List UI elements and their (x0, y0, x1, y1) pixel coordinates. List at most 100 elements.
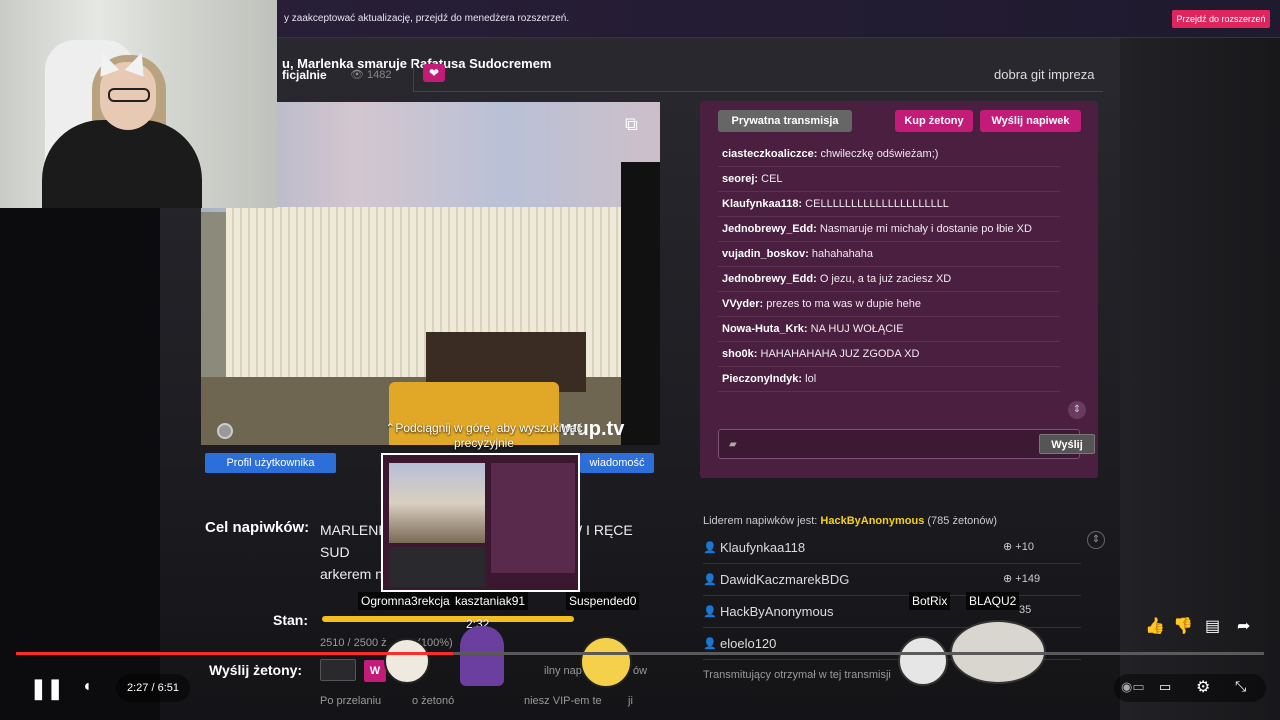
tokens-amount-input[interactable] (320, 659, 356, 681)
chat-username[interactable]: VVyder: (722, 298, 763, 310)
leaderboard-row: 👤 HackByAnonymous 35 (703, 596, 1081, 628)
chat-message: Klaufynkaa118: CELLLLLLLLLLLLLLLLLLLLL (718, 192, 1060, 217)
chat-text: O jezu, a ta już zaciesz XD (819, 273, 952, 285)
viewer-count: 👁 1482 (350, 68, 392, 81)
skull-emote-right (898, 636, 948, 686)
leaderboard-name[interactable]: HackByAnonymous (720, 604, 833, 619)
chat-message: VVyder: prezes to ma was w dupie hehe (718, 292, 1060, 317)
chat-text: lol (805, 373, 817, 385)
chevron-up-icon: ⌃ (385, 421, 396, 435)
pause-icon[interactable]: ❚❚ (30, 676, 64, 701)
chat-text: HAHAHAHAHA JUZ ZGODA XD (760, 348, 920, 360)
video-person (621, 162, 660, 445)
send-tokens-button[interactable]: W (364, 660, 386, 682)
chat-message: sho0k: HAHAHAHAHA JUZ ZGODA XD (718, 342, 1060, 367)
chat-messages: ciasteczkoaliczce: chwileczkę odświeżam;… (718, 142, 1060, 422)
profile-button[interactable]: Profil użytkownika (205, 453, 336, 473)
chat-message: Nowa-Huta_Krk: NA HUJ WOŁĄCIE (718, 317, 1060, 342)
chat-text: hahahahaha (811, 248, 874, 260)
share-icon[interactable]: ➦ (1237, 616, 1250, 636)
user-icon: 👤 (703, 542, 717, 554)
private-stream-tab[interactable]: Prywatna transmisja (718, 110, 852, 132)
leaderboard-name[interactable]: DawidKaczmarekBDG (720, 572, 849, 587)
chat-username[interactable]: Jednobrewy_Edd: (722, 273, 817, 285)
chat-message: Jednobrewy_Edd: Nasmaruje mi michały i d… (718, 217, 1060, 242)
chat-username[interactable]: sho0k: (722, 348, 757, 360)
chat-username[interactable]: Klaufynkaa118: (722, 198, 802, 210)
user-icon: 👤 (703, 638, 717, 650)
name-tag: kasztaniak91 (452, 592, 529, 610)
chat-panel: Prywatna transmisja Kup żetony Wyślij na… (700, 101, 1098, 478)
comment-icon[interactable]: ▤ (1205, 616, 1220, 636)
leaderboard-footer: Transmitujący otrzymał w tej transmisji (703, 669, 891, 681)
stream-subtitle: ficjalnie (282, 68, 327, 82)
wizard-emote (460, 626, 504, 686)
external-link-icon[interactable]: ⧉ (625, 114, 638, 135)
chat-text: prezes to ma was w dupie hehe (766, 298, 921, 310)
chat-text: Nasmaruje mi michały i dostanie po łbie … (819, 223, 1032, 235)
user-icon: 👤 (703, 606, 717, 618)
buy-tokens-button[interactable]: Kup żetony (895, 110, 973, 132)
gear-icon[interactable]: ⚙ (1196, 677, 1210, 697)
chat-message: ciasteczkoaliczce: chwileczkę odświeżam;… (718, 142, 1060, 167)
name-tag: Suspended0 (566, 592, 640, 610)
chat-username[interactable]: Nowa-Huta_Krk: (722, 323, 808, 335)
tip-leader: Liderem napiwków jest: HackByAnonymous (… (703, 515, 997, 527)
seek-preview-thumbnail (381, 453, 580, 592)
preview-video (389, 463, 485, 543)
left-dark-column (0, 208, 160, 720)
skull-emote (384, 638, 430, 684)
message-button[interactable]: wiadomość (580, 453, 654, 473)
send-tip-button[interactable]: Wyślij napiwek (980, 110, 1081, 132)
thumb-up-icon[interactable]: 👍 (1145, 616, 1165, 636)
exit-fullscreen-icon[interactable]: ⤡ (1235, 678, 1246, 695)
preview-chat (491, 463, 575, 573)
leaderboard-amount-value: 35 (1019, 604, 1032, 616)
chat-text: CEL (761, 173, 783, 185)
chat-username[interactable]: seorej: (722, 173, 758, 185)
leaderboard-name[interactable]: eloelo120 (720, 636, 776, 651)
leaderboard-amount-value: +10 (1015, 541, 1034, 553)
eye-icon: 👁 (350, 69, 364, 81)
chat-send-button[interactable]: Wyślij (1039, 434, 1095, 454)
extension-banner-text: y zaakceptować aktualizację, przejdź do … (284, 13, 570, 24)
webcam-body (42, 120, 202, 208)
search-hint-text: Podciągnij w górę, aby wyszukiwać precyz… (395, 421, 583, 450)
chat-input[interactable]: ▰ Wyślij (718, 429, 1095, 459)
leaderboard-amount: ⊕ +149 (1003, 573, 1041, 585)
emoji-icon[interactable]: ▰ (729, 439, 737, 450)
preview-bottom (389, 547, 485, 587)
scroll-arrows-icon[interactable]: ⇕ (1068, 401, 1086, 419)
video-indicator-icon (217, 423, 233, 439)
chat-username[interactable]: vujadin_boskov: (722, 248, 809, 260)
leaderboard-name[interactable]: Klaufynkaa118 (720, 540, 805, 555)
volume-icon[interactable]: ◖ (82, 678, 92, 696)
thumb-down-icon[interactable]: 👎 (1173, 616, 1193, 636)
footer-mid: o żetonó (412, 695, 455, 707)
chat-text: chwileczkę odświeżam;) (820, 148, 939, 160)
status-message: dobra git impreza (994, 67, 1095, 82)
chat-message: PieczonyIndyk: lol (718, 367, 1060, 392)
chat-text: NA HUJ WOŁĄCIE (810, 323, 904, 335)
right-dark-column (1120, 38, 1280, 720)
tip-goal-label: Cel napiwków: (205, 519, 310, 536)
footer-end: ji (628, 695, 633, 707)
chat-username[interactable]: Jednobrewy_Edd: (722, 223, 817, 235)
status-label: Stan: (273, 612, 308, 628)
leaderboard-amount-value: +149 (1015, 573, 1041, 585)
chat-message: vujadin_boskov: hahahahaha (718, 242, 1060, 267)
leaderboard-row: 👤 Klaufynkaa118 ⊕ +10 (703, 532, 1081, 564)
heart-icon[interactable]: ❤ (423, 64, 445, 82)
chat-username[interactable]: PieczonyIndyk: (722, 373, 802, 385)
tip-leader-name[interactable]: HackByAnonymous (820, 515, 924, 527)
goal-progress-value: 2510 / 2500 ż (100%) (320, 637, 453, 649)
goal-progress-bar (322, 616, 574, 622)
chat-username[interactable]: ciasteczkoaliczce: (722, 148, 817, 160)
time-display: 2:27 / 6:51 (116, 674, 190, 702)
footer-prefix: Po przelaniu (320, 695, 382, 707)
go-to-extensions-button[interactable]: Przejdź do rozszerzeń (1172, 10, 1270, 28)
leaderboard-scroll-icon[interactable]: ⇕ (1087, 531, 1105, 549)
footer-suffix: niesz VIP-em te (524, 695, 602, 707)
subtitles-icon[interactable]: ▭ (1159, 679, 1171, 695)
autoplay-toggle-icon[interactable]: ◉▭ (1121, 679, 1145, 695)
